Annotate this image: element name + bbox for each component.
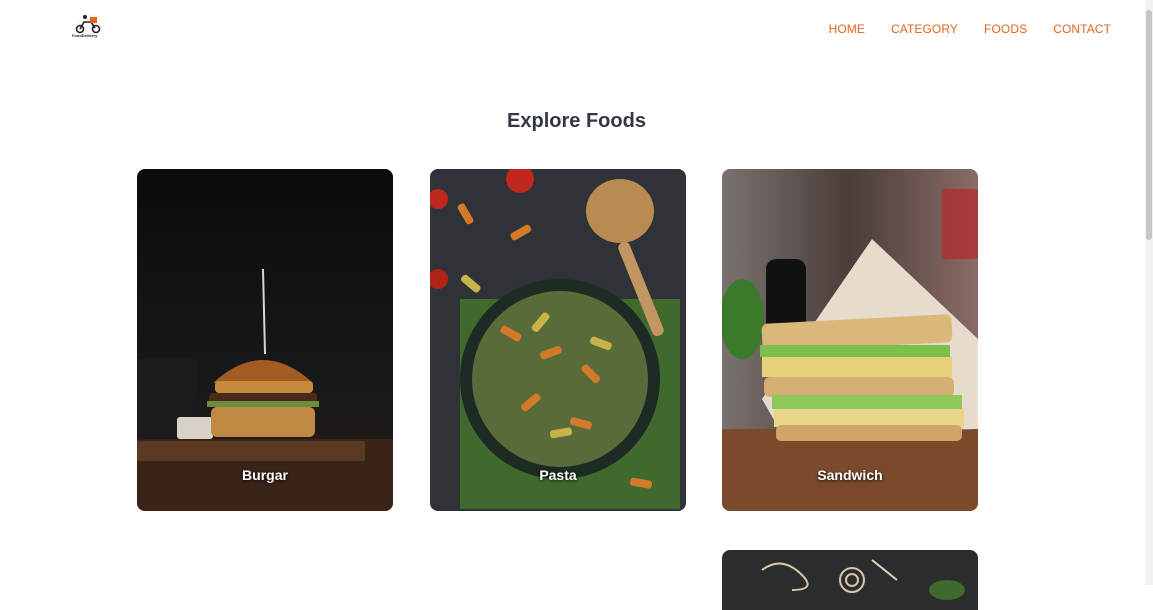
scroll-thumb[interactable] [1146,10,1152,240]
scooter-icon [75,13,103,39]
burger-image [137,169,393,511]
card-label: Sandwich [817,467,883,483]
pasta-image [430,169,686,511]
food-card-partial[interactable] [722,550,978,610]
page-title: Explore Foods [507,110,646,132]
card-label: Pasta [539,467,577,483]
card-label: Burgar [242,467,288,483]
food-card-burger[interactable]: Burgar [137,169,393,511]
nav-contact[interactable]: CONTACT [1027,22,1111,36]
food-card-sandwich[interactable]: Sandwich [722,169,978,511]
main-nav: HOME CATEGORY FOODS CONTACT [803,22,1111,36]
logo-text: FoodDelivery [72,33,98,38]
food-image [722,550,978,610]
food-card-pasta[interactable]: Pasta [430,169,686,511]
logo[interactable] [68,12,112,44]
scrollbar[interactable] [1145,0,1153,585]
nav-home[interactable]: HOME [803,22,865,36]
nav-foods[interactable]: FOODS [958,22,1027,36]
sandwich-image [722,169,978,511]
nav-category[interactable]: CATEGORY [865,22,958,36]
